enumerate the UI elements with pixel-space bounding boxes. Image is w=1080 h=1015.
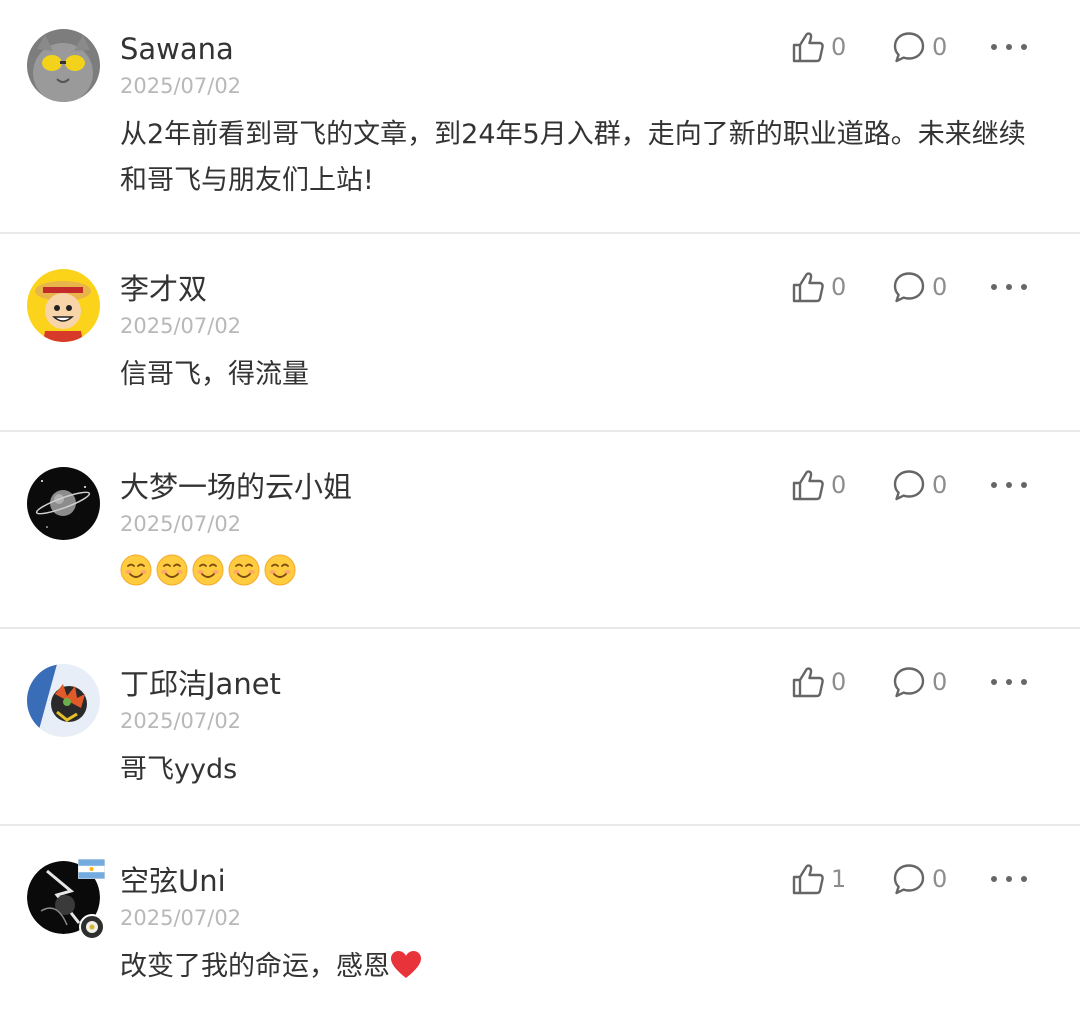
more-button[interactable]	[991, 869, 1027, 889]
comment-text: 哥飞yyds	[120, 754, 238, 785]
user-name[interactable]: 李才双	[120, 271, 207, 307]
comment-bubble-icon	[892, 270, 926, 304]
comment-text: ☺☺☺☺☺	[120, 550, 1040, 596]
like-button[interactable]: 0	[791, 467, 846, 503]
more-dots-icon	[991, 482, 997, 488]
comment-bubble-icon	[892, 30, 926, 64]
reply-count: 0	[932, 865, 948, 893]
comment-item: 大梦一场的云小姐 2025/07/02 ☺☺☺☺☺ 0 0	[0, 432, 1080, 629]
like-count: 0	[831, 273, 847, 301]
planet-avatar-image	[27, 467, 100, 540]
user-name[interactable]: 空弦Uni	[120, 863, 226, 899]
user-name[interactable]: 大梦一场的云小姐	[120, 469, 352, 505]
comment-bubble-icon	[892, 862, 926, 896]
comment-item: 李才双 2025/07/02 信哥飞，得流量 0 0	[0, 234, 1080, 431]
comment-item: 空弦Uni 2025/07/02 改变了我的命运，感恩 1 0	[0, 826, 1080, 1015]
reply-count: 0	[932, 273, 948, 301]
smiling-face-emoji	[264, 554, 296, 586]
user-level-badge	[79, 914, 105, 940]
reply-button[interactable]: 0	[892, 29, 947, 65]
reply-button[interactable]: 0	[892, 269, 947, 305]
thumbs-up-icon	[791, 30, 825, 64]
avatar[interactable]	[27, 664, 100, 737]
comment-bubble-icon	[892, 665, 926, 699]
like-count: 0	[831, 471, 847, 499]
comment-text: 从2年前看到哥飞的文章，到24年5月入群，走向了新的职业道路。未来继续和哥飞与朋…	[120, 119, 1026, 196]
comment-text: 改变了我的命运，感恩	[120, 944, 1040, 990]
user-name[interactable]: 丁邱洁Janet	[120, 666, 281, 702]
like-count: 0	[831, 33, 847, 61]
comment-date: 2025/07/02	[120, 74, 242, 98]
argentina-flag-badge	[78, 859, 105, 879]
avatar[interactable]	[27, 29, 100, 102]
smiling-face-emoji	[192, 554, 224, 586]
like-count: 0	[831, 668, 847, 696]
smiling-face-emoji	[120, 554, 152, 586]
comment-date: 2025/07/02	[120, 512, 242, 536]
more-button[interactable]	[991, 277, 1027, 297]
red-heart-emoji	[391, 951, 421, 978]
user-name[interactable]: Sawana	[120, 31, 234, 67]
like-count: 1	[831, 865, 847, 893]
comment-date: 2025/07/02	[120, 314, 242, 338]
avatar[interactable]	[27, 467, 100, 540]
thumbs-up-icon	[791, 468, 825, 502]
reply-button[interactable]: 0	[892, 861, 947, 897]
comment-item: Sawana 2025/07/02 从2年前看到哥飞的文章，到24年5月入群，走…	[0, 0, 1080, 234]
comment-text-value: 改变了我的命运，感恩	[120, 951, 390, 982]
artwork-avatar-image	[27, 664, 100, 737]
more-dots-icon	[991, 679, 997, 685]
thumbs-up-icon	[791, 862, 825, 896]
cartoon-avatar-image	[27, 269, 100, 342]
comment-bubble-icon	[892, 468, 926, 502]
cat-avatar-image	[27, 29, 100, 102]
more-dots-icon	[991, 284, 997, 290]
like-button[interactable]: 0	[791, 29, 846, 65]
reply-count: 0	[932, 668, 948, 696]
more-button[interactable]	[991, 475, 1027, 495]
reply-button[interactable]: 0	[892, 467, 947, 503]
smiling-face-emoji	[156, 554, 188, 586]
more-dots-icon	[991, 876, 997, 882]
like-button[interactable]: 0	[791, 269, 846, 305]
avatar[interactable]	[27, 269, 100, 342]
comment-text: 信哥飞，得流量	[120, 359, 309, 390]
more-dots-icon	[991, 44, 997, 50]
comment-date: 2025/07/02	[120, 709, 242, 733]
thumbs-up-icon	[791, 270, 825, 304]
like-button[interactable]: 1	[791, 861, 846, 897]
more-button[interactable]	[991, 672, 1027, 692]
thumbs-up-icon	[791, 665, 825, 699]
comment-item: 丁邱洁Janet 2025/07/02 哥飞yyds 0 0	[0, 629, 1080, 826]
reply-count: 0	[932, 33, 948, 61]
reply-button[interactable]: 0	[892, 664, 947, 700]
comment-date: 2025/07/02	[120, 906, 242, 930]
more-button[interactable]	[991, 37, 1027, 57]
like-button[interactable]: 0	[791, 664, 846, 700]
smiling-face-emoji	[228, 554, 260, 586]
reply-count: 0	[932, 471, 948, 499]
